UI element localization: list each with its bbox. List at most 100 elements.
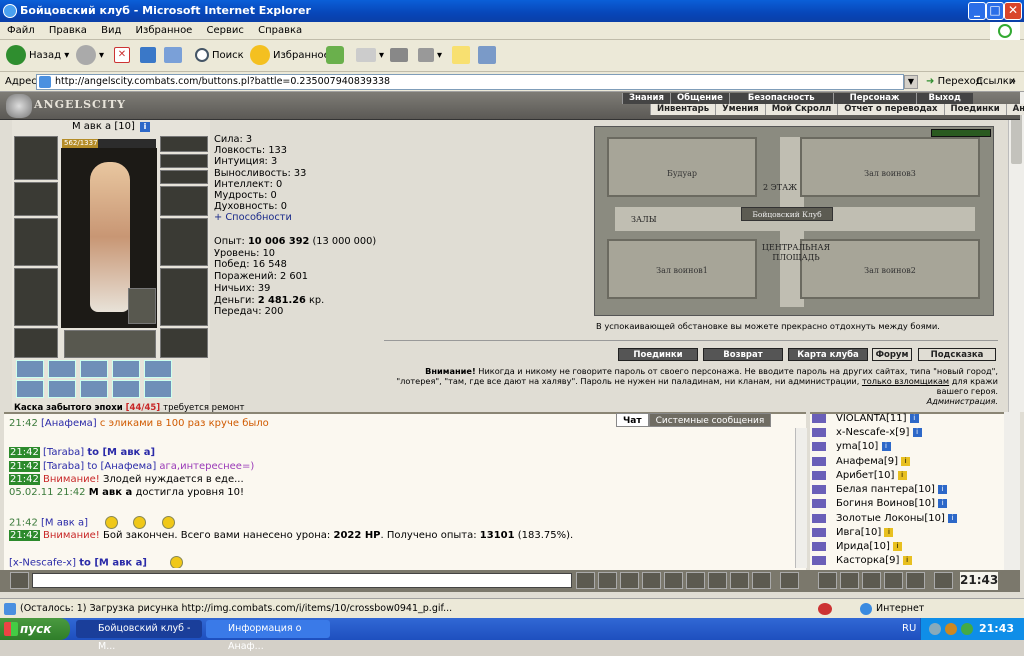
clan-icon[interactable]: [862, 572, 881, 589]
boots-slot[interactable]: [160, 328, 208, 358]
forum-button[interactable]: Форум: [872, 348, 912, 361]
start-button[interactable]: пуск: [0, 618, 70, 640]
private-message-icon[interactable]: [812, 456, 826, 466]
go-button[interactable]: ➜ Переход: [926, 72, 983, 92]
duels-button[interactable]: Поединки: [618, 348, 698, 361]
info-icon[interactable]: i: [938, 498, 948, 508]
nav-character[interactable]: Персонаж: [832, 93, 916, 104]
info-icon[interactable]: i: [938, 484, 948, 494]
scroll-slot[interactable]: [112, 360, 140, 378]
language-indicator[interactable]: RU: [902, 618, 916, 640]
chat-scrollbar[interactable]: [795, 428, 807, 568]
offhand-slot[interactable]: [160, 218, 208, 266]
inventory-icon[interactable]: [818, 572, 837, 589]
map-halls[interactable]: ЗАЛЫ: [631, 215, 657, 224]
private-message-icon[interactable]: [812, 427, 826, 437]
mail-button[interactable]: ▾: [356, 45, 384, 67]
chat-message-input[interactable]: [32, 573, 572, 588]
info-icon[interactable]: i: [901, 456, 911, 466]
helmet-slot[interactable]: [14, 136, 58, 180]
refresh-button[interactable]: [140, 45, 159, 67]
user-row[interactable]: x-Nescafe-x[9] i: [812, 427, 922, 438]
fight-icon[interactable]: [840, 572, 859, 589]
armor-slot[interactable]: [14, 268, 58, 326]
menu-edit[interactable]: Правка: [49, 25, 87, 36]
map-central-square[interactable]: ЦЕНТРАЛЬНАЯ ПЛОЩАДЬ: [741, 243, 851, 263]
forward-button[interactable]: ▾: [76, 45, 104, 67]
nav-inventory[interactable]: Инвентарь: [650, 104, 716, 115]
hint-button[interactable]: Подсказка: [918, 348, 996, 361]
belt-slot[interactable]: [14, 328, 58, 358]
user-row[interactable]: Золотые Локоны[10] i: [812, 513, 958, 524]
scroll-slot[interactable]: [16, 380, 44, 398]
thieves-link[interactable]: только взломщикам: [862, 376, 949, 386]
messenger-button[interactable]: [478, 45, 499, 67]
users-scrollbar[interactable]: [1004, 412, 1020, 570]
gloves-slot[interactable]: [160, 186, 208, 216]
menu-file[interactable]: Файл: [7, 25, 35, 36]
tab-system-messages[interactable]: Системные сообщения: [648, 413, 772, 427]
private-message-icon[interactable]: [812, 513, 826, 523]
nav-exit[interactable]: Выход: [915, 93, 973, 104]
info-icon[interactable]: i: [948, 513, 958, 523]
search-button[interactable]: Поиск: [195, 45, 244, 67]
private-message-icon[interactable]: [812, 441, 826, 451]
scroll-slot[interactable]: [48, 380, 76, 398]
minimize-button[interactable]: _: [968, 2, 986, 20]
user-row[interactable]: Арибет[10] i: [812, 470, 907, 481]
scroll-slot[interactable]: [144, 380, 172, 398]
user-row[interactable]: Ивга[10] i: [812, 527, 894, 538]
private-message-icon[interactable]: [812, 555, 826, 565]
private-message-icon[interactable]: [812, 541, 826, 551]
task-button-info[interactable]: Информация о Анаф...: [206, 620, 330, 652]
info-icon[interactable]: i: [884, 527, 894, 537]
potion-slots[interactable]: [64, 330, 156, 358]
friends-icon[interactable]: [906, 572, 925, 589]
filter-icon[interactable]: [620, 572, 639, 589]
scroll-slot[interactable]: [16, 360, 44, 378]
user-row[interactable]: Богиня Воинов[10] i: [812, 498, 948, 509]
scroll-slot[interactable]: [144, 360, 172, 378]
map-room-boudoir[interactable]: Будуар: [607, 137, 757, 197]
pet-slot[interactable]: [128, 288, 156, 324]
notes-button[interactable]: [452, 45, 473, 67]
walk-icon[interactable]: [664, 572, 683, 589]
club-map-button[interactable]: Карта клуба: [788, 348, 868, 361]
edit-button[interactable]: ▾: [418, 45, 442, 67]
user-row[interactable]: VIOLANTA[11] i: [812, 413, 919, 424]
private-message-icon[interactable]: [812, 470, 826, 480]
task-button-fight-club[interactable]: Бойцовский клуб - М...: [76, 620, 202, 652]
menu-help[interactable]: Справка: [258, 25, 302, 36]
smiles-icon[interactable]: [730, 572, 749, 589]
info-icon[interactable]: i: [893, 541, 903, 551]
amulet-slot[interactable]: [160, 136, 208, 152]
favorites-button[interactable]: Избранное: [250, 45, 330, 67]
stop-button[interactable]: ✕: [114, 45, 133, 67]
menu-favorites[interactable]: Избранное: [136, 25, 193, 36]
chat-options-icon[interactable]: [10, 572, 29, 589]
nav-transfers-report[interactable]: Отчет о переводах: [837, 104, 944, 115]
map-fight-club[interactable]: Бойцовский Клуб: [741, 207, 833, 221]
scroll-slot[interactable]: [80, 360, 108, 378]
nav-skills[interactable]: Умения: [715, 104, 765, 115]
info-icon[interactable]: i: [912, 427, 922, 437]
print-button[interactable]: [390, 45, 411, 67]
abilities-link[interactable]: + Способности: [214, 212, 306, 223]
nav-security[interactable]: Безопасность: [728, 93, 833, 104]
tray-icon[interactable]: [961, 623, 973, 635]
earrings-slot[interactable]: [160, 154, 208, 168]
bracers-slot[interactable]: [14, 182, 58, 216]
legs-slot[interactable]: [160, 268, 208, 326]
mail-icon[interactable]: [884, 572, 903, 589]
maximize-button[interactable]: □: [986, 2, 1004, 20]
scroll-slot[interactable]: [48, 360, 76, 378]
user-row[interactable]: Белая пантера[10] i: [812, 484, 948, 495]
address-dropdown-icon[interactable]: ▼: [904, 75, 918, 89]
scroll-slot[interactable]: [112, 380, 140, 398]
refresh-chat-icon[interactable]: [780, 572, 799, 589]
private-message-icon[interactable]: [812, 413, 826, 423]
info-icon[interactable]: i: [902, 555, 912, 565]
user-row[interactable]: Анафема[9] i: [812, 456, 911, 467]
clear-icon[interactable]: [598, 572, 617, 589]
map-room-warriors1[interactable]: Зал воинов1: [607, 239, 757, 299]
